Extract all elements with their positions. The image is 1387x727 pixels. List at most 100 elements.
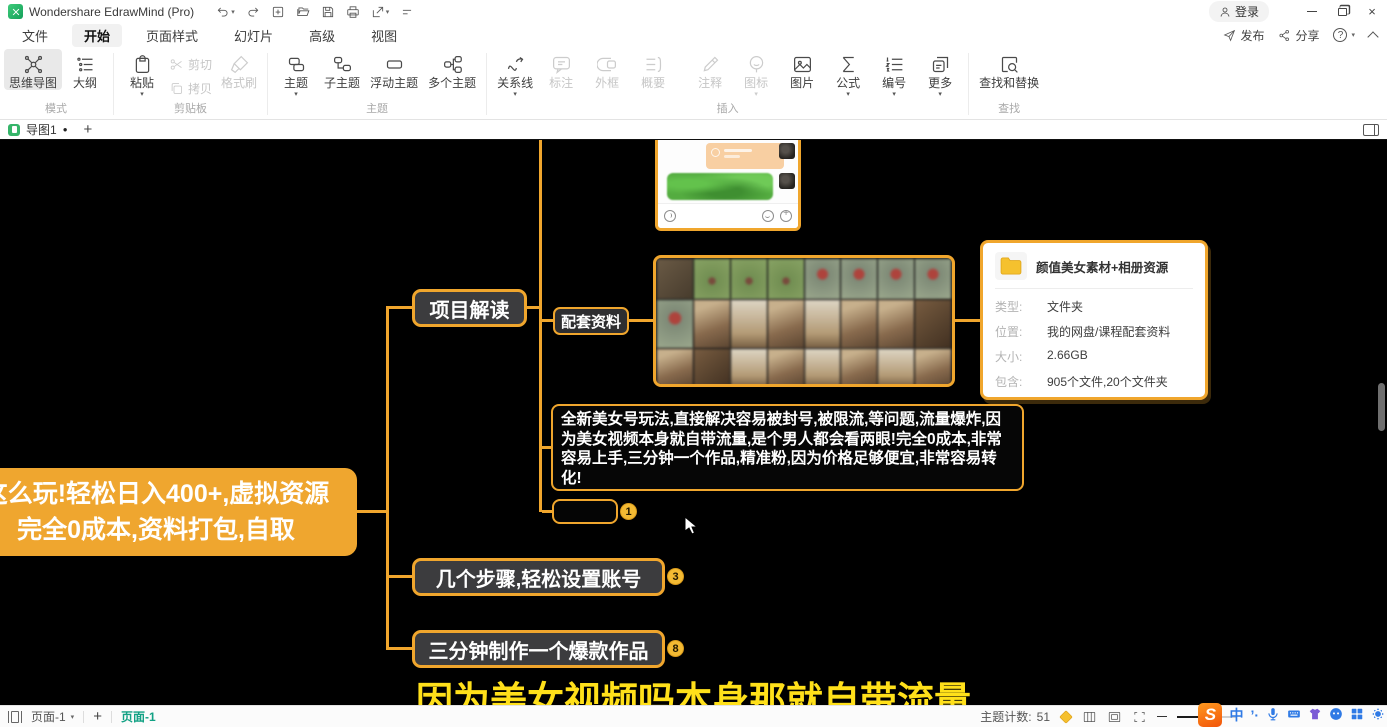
undo-button[interactable]: ▾ — [216, 5, 235, 19]
floating-topic-button[interactable]: 浮动主题 — [365, 49, 423, 90]
sogou-logo-icon[interactable]: S — [1198, 703, 1222, 727]
restore-button[interactable] — [1327, 0, 1357, 23]
photo-thumb — [915, 259, 951, 299]
ribbon-separator — [113, 53, 114, 115]
callout-icon — [551, 54, 572, 75]
find-replace-button[interactable]: 查找和替换 — [974, 49, 1044, 90]
slideshow-icon[interactable] — [1107, 710, 1122, 724]
tab-slides[interactable]: 幻灯片 — [222, 24, 285, 47]
minimize-button[interactable] — [1297, 0, 1327, 23]
edrawmind-logo-icon — [8, 4, 23, 19]
connector-line — [542, 319, 553, 322]
mindmap-mode-button[interactable]: 思维导图 — [4, 49, 62, 90]
zoom-out-button[interactable] — [1157, 716, 1167, 717]
relationship-line-button[interactable]: 关系线 ▾ — [492, 49, 538, 97]
topic-button[interactable]: 主题 ▾ — [273, 49, 319, 97]
central-line1: 这么玩!轻松日入400+,虚拟资源 — [0, 476, 329, 512]
cut-button[interactable]: 剪切 — [165, 56, 216, 73]
collapse-ribbon-button[interactable] — [1367, 31, 1378, 42]
note-button[interactable]: 注释 — [687, 49, 733, 90]
branch-video-node[interactable]: 三分钟制作一个爆款作品 — [412, 630, 665, 668]
tab-file[interactable]: 文件 — [10, 24, 60, 47]
central-topic-node[interactable]: 这么玩!轻松日入400+,虚拟资源 完全0成本,资料打包,自取 — [0, 468, 357, 556]
save-button[interactable] — [321, 5, 335, 19]
photo-grid-node[interactable] — [653, 255, 955, 387]
multiple-topics-button[interactable]: 多个主题 — [423, 49, 481, 90]
format-painter-button[interactable]: 格式刷 — [216, 49, 262, 90]
divider — [111, 711, 112, 723]
open-file-button[interactable] — [296, 5, 310, 19]
file-info-card-node[interactable]: 颜值美女素材+相册资源 类型:文件夹 位置:我的网盘/课程配套资料 大小:2.6… — [980, 240, 1208, 400]
help-button[interactable]: ?▾ — [1333, 28, 1355, 42]
fullscreen-icon[interactable] — [1132, 710, 1147, 724]
topic-icon — [286, 54, 307, 75]
vertical-scrollbar[interactable] — [1378, 383, 1385, 431]
paste-button[interactable]: 粘贴 ▾ — [119, 49, 165, 97]
tab-home[interactable]: 开始 — [72, 24, 122, 47]
add-page-button[interactable]: + — [93, 708, 102, 725]
menu-tab-bar: 文件 开始 页面样式 幻灯片 高级 视图 发布 分享 ?▾ — [0, 23, 1387, 47]
avatar — [779, 173, 795, 189]
chat-screenshot-node[interactable] — [655, 140, 801, 231]
picture-button[interactable]: 图片 — [779, 49, 825, 90]
summary-button[interactable]: 概要 — [630, 49, 676, 90]
toolbox-grid-icon[interactable] — [1350, 707, 1364, 724]
page-panel-icon[interactable] — [8, 711, 22, 723]
customize-toolbar-button[interactable] — [400, 5, 414, 19]
topic-count-label: 主题计数: — [980, 708, 1031, 725]
branch-material-node[interactable]: 配套资料 — [553, 307, 629, 335]
boundary-button[interactable]: 外框 — [584, 49, 630, 90]
page-tab[interactable]: 页面-1 ▾ — [31, 708, 74, 725]
paste-icon — [132, 54, 153, 75]
branch-steps-node[interactable]: 几个步骤,轻松设置账号 — [412, 558, 665, 596]
photo-thumb — [805, 349, 841, 387]
skin-shirt-icon[interactable] — [1308, 707, 1322, 724]
tab-view[interactable]: 视图 — [359, 24, 409, 47]
ribbon-group-insert: 关系线 ▾ 标注 外框 概要 注释 图标 ▾ — [492, 49, 963, 119]
empty-topic-node[interactable] — [552, 499, 618, 524]
photo-thumb — [694, 300, 730, 348]
more-insert-button[interactable]: 更多 ▾ — [917, 49, 963, 97]
new-file-button[interactable] — [271, 5, 285, 19]
tab-page-style[interactable]: 页面样式 — [134, 24, 210, 47]
icon-button[interactable]: 图标 ▾ — [733, 49, 779, 97]
formula-button[interactable]: 公式 ▾ — [825, 49, 871, 97]
mindmap-canvas[interactable]: 颜值美女素材+相册资源 类型:文件夹 位置:我的网盘/课程配套资料 大小:2.6… — [0, 140, 1387, 705]
numbering-button[interactable]: 编号 ▾ — [871, 49, 917, 97]
tab-advanced[interactable]: 高级 — [297, 24, 347, 47]
settings-gear-icon[interactable] — [1371, 707, 1385, 724]
collapsed-count-badge[interactable]: 1 — [620, 503, 637, 520]
microphone-icon[interactable] — [1266, 707, 1280, 724]
layout-columns-icon[interactable] — [1082, 710, 1097, 724]
punctuation-icon[interactable]: ’· — [1250, 707, 1259, 723]
collapsed-count-badge[interactable]: 8 — [667, 640, 684, 657]
copy-button[interactable]: 拷贝 — [165, 80, 216, 97]
login-button[interactable]: 登录 — [1209, 1, 1269, 22]
soft-keyboard-icon[interactable] — [1287, 707, 1301, 724]
export-button[interactable]: ▾ — [371, 5, 390, 19]
subtopic-button[interactable]: 子主题 — [319, 49, 365, 90]
ribbon-separator — [968, 53, 969, 115]
document-icon — [8, 124, 20, 136]
description-node[interactable]: 全新美女号玩法,直接解决容易被封号,被限流,等问题,流量爆炸,因为美女视频本身就… — [551, 404, 1024, 491]
new-document-tab-button[interactable]: + — [84, 121, 93, 138]
print-button[interactable] — [346, 5, 360, 19]
chinese-mode-icon[interactable]: 中 — [1229, 705, 1243, 725]
outline-mode-button[interactable]: 大纲 — [62, 49, 108, 90]
active-page-label[interactable]: 页面-1 — [121, 708, 156, 725]
ribbon-separator — [267, 53, 268, 115]
premium-gem-icon[interactable] — [1059, 710, 1073, 724]
collapsed-count-badge[interactable]: 3 — [667, 568, 684, 585]
share-button[interactable]: 分享 — [1278, 27, 1319, 44]
smart-assistant-icon[interactable] — [1329, 707, 1343, 724]
callout-button[interactable]: 标注 — [538, 49, 584, 90]
ribbon-separator — [486, 53, 487, 115]
split-view-icon[interactable] — [1363, 124, 1379, 136]
branch-project-node[interactable]: 项目解读 — [412, 289, 527, 327]
document-tab[interactable]: 导图1 ● — [8, 121, 68, 138]
redo-button[interactable] — [246, 5, 260, 19]
close-button[interactable]: × — [1357, 0, 1387, 23]
title-bar: Wondershare EdrawMind (Pro) ▾ ▾ 登录 × — [0, 0, 1387, 23]
publish-button[interactable]: 发布 — [1223, 27, 1264, 44]
photo-thumb — [878, 259, 914, 299]
